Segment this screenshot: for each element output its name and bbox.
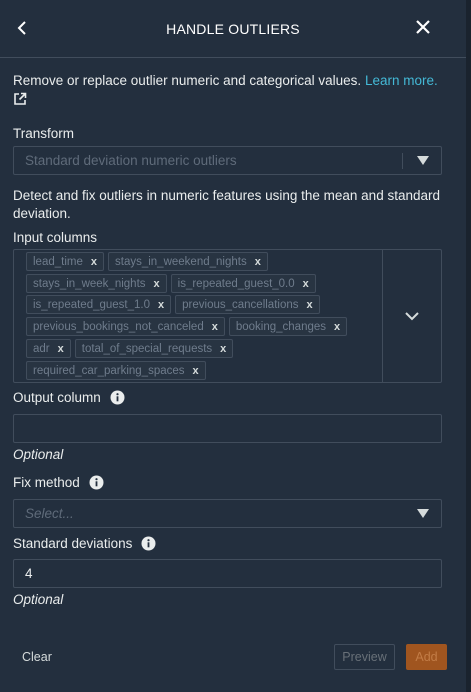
chip-label: required_car_parking_spaces — [33, 364, 185, 377]
chip-label: stays_in_week_nights — [33, 277, 146, 290]
remove-chip-icon[interactable]: x — [193, 365, 199, 377]
description: Remove or replace outlier numeric and ca… — [13, 72, 442, 106]
add-button[interactable]: Add — [406, 644, 447, 670]
input-columns-label: Input columns — [13, 230, 97, 245]
scrollbar[interactable] — [466, 0, 471, 692]
column-chip: previous_bookings_not_canceled x — [26, 317, 225, 336]
remove-chip-icon[interactable]: x — [154, 278, 160, 290]
chip-label: adr — [33, 342, 50, 355]
chip-label: total_of_special_requests — [81, 342, 213, 355]
learn-more-link[interactable]: Learn more. — [365, 73, 438, 88]
standard-deviations-label: Standard deviations — [13, 536, 156, 551]
remove-chip-icon[interactable]: x — [212, 321, 218, 333]
info-icon[interactable] — [89, 475, 104, 490]
column-chip: required_car_parking_spaces x — [26, 361, 206, 380]
form-content: Remove or replace outlier numeric and ca… — [13, 72, 442, 607]
column-chip: lead_time x — [26, 252, 104, 271]
fix-method-select[interactable]: Select... — [13, 499, 442, 528]
chip-label: stays_in_weekend_nights — [115, 255, 247, 268]
chip-row: stays_in_week_nights x is_repeated_guest_… — [26, 274, 316, 293]
column-chip: total_of_special_requests x — [74, 339, 234, 358]
remove-chip-icon[interactable]: x — [158, 299, 164, 311]
transform-description: Detect and fix outliers in numeric featu… — [13, 188, 440, 221]
transform-label: Transform — [13, 126, 74, 141]
output-column-input[interactable] — [13, 414, 442, 443]
chip-label: previous_bookings_not_canceled — [33, 320, 204, 333]
chip-row: adr x total_of_special_requests x — [26, 339, 234, 358]
output-column-hint: Optional — [13, 447, 64, 462]
fix-method-label: Fix method — [13, 475, 104, 490]
column-chip: adr x — [26, 339, 71, 358]
fix-method-placeholder: Select... — [25, 506, 74, 521]
clear-button[interactable]: Clear — [22, 650, 52, 664]
chevron-down-icon — [405, 312, 419, 321]
select-divider — [402, 153, 403, 169]
remove-chip-icon[interactable]: x — [91, 256, 97, 268]
fix-method-label-text: Fix method — [13, 475, 80, 490]
page-title: HANDLE OUTLIERS — [166, 20, 300, 37]
column-chip: previous_cancellations x — [175, 295, 320, 314]
standard-deviations-hint: Optional — [13, 592, 64, 607]
column-chip: booking_changes x — [228, 317, 348, 336]
info-icon[interactable] — [141, 536, 156, 551]
chip-row: lead_time x stays_in_weekend_nights x — [26, 252, 268, 271]
column-chip: is_repeated_guest_1.0 x — [26, 295, 172, 314]
standard-deviations-label-text: Standard deviations — [13, 536, 133, 551]
caret-down-icon — [417, 156, 429, 165]
external-link-icon[interactable] — [13, 92, 27, 106]
back-button[interactable] — [14, 19, 32, 37]
transform-select-value: Standard deviation numeric outliers — [25, 153, 237, 168]
transform-select[interactable]: Standard deviation numeric outliers — [13, 146, 442, 175]
description-text: Remove or replace outlier numeric and ca… — [13, 73, 362, 88]
standard-deviations-input[interactable]: 4 — [13, 559, 442, 588]
column-chip: is_repeated_guest_0.0 x — [170, 274, 316, 293]
columns-dropdown-toggle[interactable] — [382, 250, 441, 382]
output-column-label-text: Output column — [13, 390, 101, 405]
input-columns-label-text: Input columns — [13, 230, 98, 245]
chip-label: is_repeated_guest_1.0 — [33, 298, 151, 311]
preview-button[interactable]: Preview — [334, 644, 395, 670]
remove-chip-icon[interactable]: x — [58, 343, 64, 355]
input-columns-multiselect[interactable]: lead_time x stays_in_weekend_nights x stay… — [13, 249, 442, 383]
info-icon[interactable] — [110, 390, 125, 405]
chip-label: booking_changes — [235, 320, 327, 333]
panel-header: HANDLE OUTLIERS — [0, 0, 466, 58]
close-button[interactable] — [414, 18, 432, 36]
chip-row: is_repeated_guest_1.0 x previous_cancella… — [26, 295, 320, 314]
chip-label: previous_cancellations — [182, 298, 299, 311]
remove-chip-icon[interactable]: x — [334, 321, 340, 333]
remove-chip-icon[interactable]: x — [255, 256, 261, 268]
column-chip: stays_in_week_nights x — [26, 274, 167, 293]
column-chip: stays_in_weekend_nights x — [108, 252, 268, 271]
remove-chip-icon[interactable]: x — [220, 343, 226, 355]
remove-chip-icon[interactable]: x — [307, 299, 313, 311]
chip-label: lead_time — [33, 255, 83, 268]
chip-row: previous_bookings_not_canceled x booking_… — [26, 317, 348, 336]
chip-row: required_car_parking_spaces x — [26, 361, 206, 380]
remove-chip-icon[interactable]: x — [303, 278, 309, 290]
handle-outliers-panel: HANDLE OUTLIERS Remove or replace outlie… — [0, 0, 467, 692]
standard-deviations-value: 4 — [25, 566, 33, 581]
caret-down-icon — [417, 509, 429, 518]
chip-label: is_repeated_guest_0.0 — [177, 277, 295, 290]
output-column-label: Output column — [13, 390, 125, 405]
transform-label-text: Transform — [13, 126, 75, 141]
